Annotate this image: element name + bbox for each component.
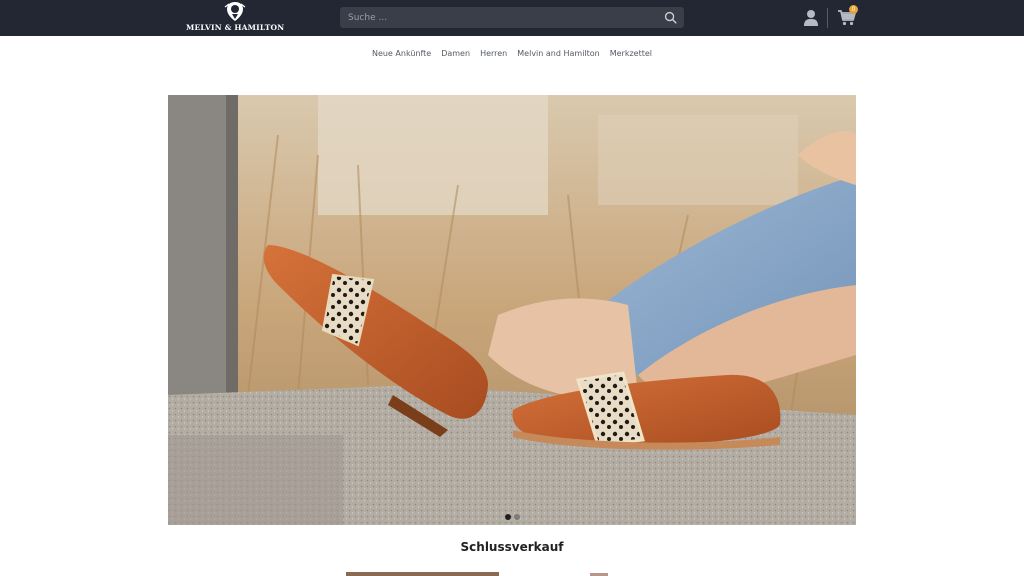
section-title: Schlussverkauf — [460, 540, 564, 554]
carousel-dot-1[interactable] — [505, 514, 511, 520]
user-icon[interactable] — [803, 9, 819, 27]
hero-banner-image[interactable] — [168, 95, 856, 525]
nav-item-herren[interactable]: Herren — [475, 49, 512, 58]
top-header: MELVIN & HAMILTON 0 — [0, 0, 1024, 36]
main-navigation: Neue Ankünfte Damen Herren Melvin and Ha… — [0, 36, 1024, 72]
search-bar — [340, 7, 684, 28]
brand-logo[interactable]: MELVIN & HAMILTON — [186, 1, 284, 34]
cart-count-badge: 0 — [849, 5, 858, 14]
carousel-dots — [505, 514, 520, 520]
search-input[interactable] — [340, 7, 650, 28]
carousel-dot-2[interactable] — [514, 514, 520, 520]
crest-icon — [224, 2, 246, 21]
hero-photo — [168, 95, 856, 525]
nav-item-damen[interactable]: Damen — [436, 49, 475, 58]
nav-item-merkzettel[interactable]: Merkzettel — [605, 49, 657, 58]
product-thumbnail-1[interactable] — [346, 572, 499, 576]
nav-item-neue-ankuenfte[interactable]: Neue Ankünfte — [367, 49, 436, 58]
header-divider — [827, 8, 828, 28]
logo-text: MELVIN & HAMILTON — [186, 23, 285, 32]
nav-item-melvin-and-hamilton[interactable]: Melvin and Hamilton — [512, 49, 604, 58]
search-icon[interactable] — [664, 11, 677, 24]
